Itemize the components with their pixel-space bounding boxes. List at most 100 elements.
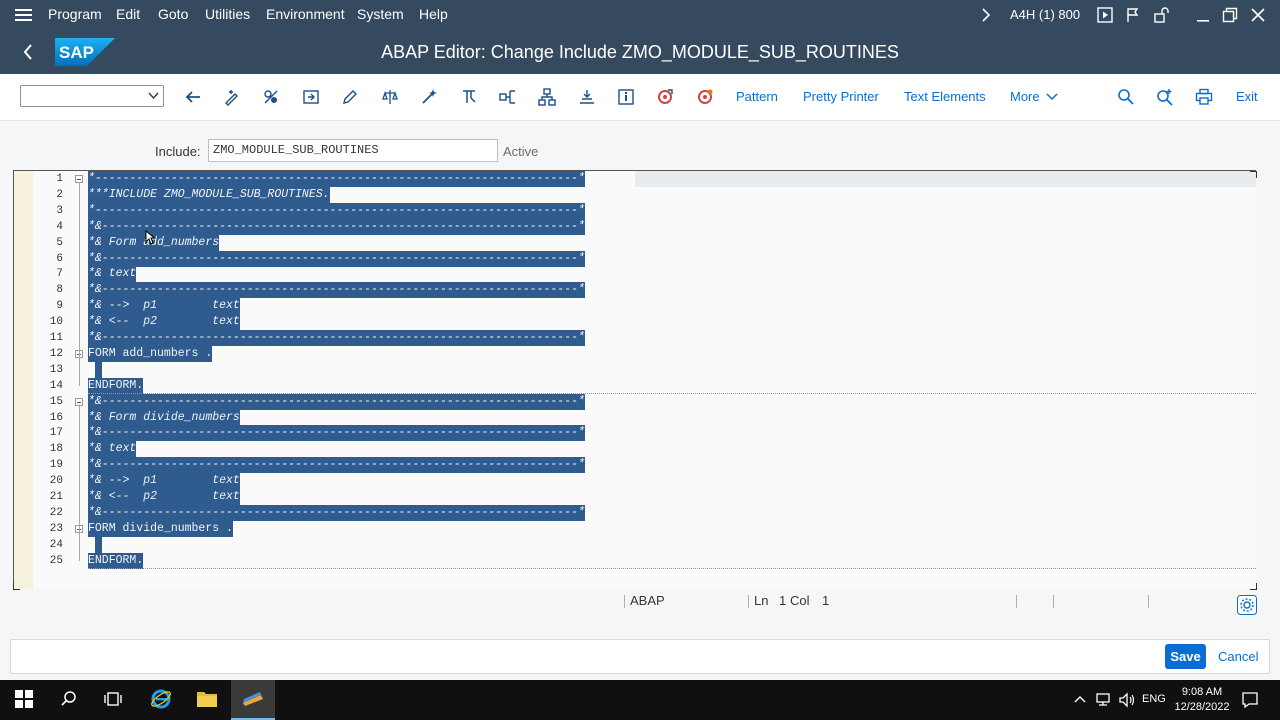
flag-icon[interactable] — [1125, 7, 1141, 23]
menu-system[interactable]: System — [357, 0, 404, 30]
chevron-right-icon[interactable] — [980, 7, 992, 23]
exit-button[interactable]: Exit — [1236, 74, 1258, 120]
cancel-button[interactable]: Cancel — [1213, 644, 1263, 669]
code-line[interactable]: *&--------------------------------------… — [88, 425, 585, 441]
code-line[interactable]: *&--------------------------------------… — [88, 394, 585, 410]
code-line[interactable]: *&--------------------------------------… — [88, 282, 585, 298]
chevron-up-icon[interactable] — [1073, 693, 1087, 705]
external-breakpoint-icon[interactable] — [696, 88, 714, 106]
play-box-icon[interactable] — [1097, 7, 1113, 23]
menu-edit[interactable]: Edit — [116, 0, 140, 30]
code-line[interactable] — [95, 537, 102, 553]
system-clock[interactable]: 9:08 AM 12/28/2022 — [1172, 685, 1232, 715]
internet-explorer-icon[interactable] — [150, 688, 172, 710]
line-number: 5 — [56, 237, 63, 249]
input-language[interactable]: ENG — [1142, 693, 1166, 705]
menu-utilities[interactable]: Utilities — [205, 0, 250, 30]
more-chevron-down-icon[interactable] — [1045, 89, 1063, 107]
set-breakpoint-icon[interactable] — [656, 88, 674, 106]
code-line[interactable]: *& --> p1 text — [88, 473, 240, 489]
line-number: 3 — [56, 205, 63, 217]
volume-icon[interactable] — [1118, 692, 1136, 708]
code-line[interactable]: *---------------------------------------… — [88, 203, 585, 219]
text-elements-button[interactable]: Text Elements — [904, 74, 986, 120]
search-icon[interactable] — [1117, 88, 1135, 106]
code-line[interactable]: ENDFORM. — [88, 553, 144, 569]
unlock-icon[interactable] — [1153, 7, 1169, 23]
code-line[interactable]: *&--------------------------------------… — [88, 219, 585, 235]
hierarchy-icon[interactable] — [538, 88, 556, 106]
code-line[interactable]: FORM add_numbers . — [88, 346, 213, 362]
code-line[interactable]: *& text — [88, 266, 137, 282]
file-explorer-icon[interactable] — [196, 689, 218, 709]
where-used-icon[interactable] — [499, 88, 517, 106]
code-line[interactable]: *&--------------------------------------… — [88, 251, 585, 267]
save-button[interactable]: Save — [1165, 644, 1206, 669]
code-line[interactable]: *& Form divide_numbers — [88, 410, 240, 426]
menu-goto[interactable]: Goto — [158, 0, 188, 30]
code-line[interactable]: *&--------------------------------------… — [88, 330, 585, 346]
back-icon[interactable] — [184, 88, 202, 106]
code-line[interactable]: *& --> p1 text — [88, 298, 240, 314]
line-number: 23 — [49, 523, 63, 535]
print-icon[interactable] — [1195, 88, 1213, 106]
code-line[interactable]: *& <-- p2 text — [88, 314, 240, 330]
sap-gui-taskbar-button[interactable] — [231, 680, 275, 720]
minimize-icon[interactable] — [1195, 7, 1211, 23]
windows-start-icon[interactable] — [15, 690, 33, 708]
line-number: 10 — [49, 316, 63, 328]
network-icon[interactable] — [1095, 692, 1113, 708]
search-next-icon[interactable] — [1156, 88, 1174, 106]
chevron-down-icon[interactable] — [148, 92, 159, 100]
system-info: A4H (1) 800 — [1010, 7, 1081, 22]
check-syntax-icon[interactable] — [381, 88, 399, 106]
include-label: Include: — [155, 144, 201, 159]
active-inactive-icon[interactable] — [262, 88, 280, 106]
command-field[interactable] — [20, 85, 164, 107]
test-icon[interactable] — [460, 88, 478, 106]
line-number: 11 — [49, 332, 63, 344]
editor-status-bar: ABAP Ln 1 Col 1 — [0, 592, 1280, 615]
menu-program[interactable]: Program — [48, 0, 102, 30]
current-line-highlight — [635, 171, 1256, 187]
close-icon[interactable] — [1250, 7, 1266, 23]
include-status: Active — [503, 144, 539, 159]
notifications-icon[interactable] — [1241, 691, 1259, 709]
task-view-icon[interactable] — [104, 690, 122, 708]
display-change-icon[interactable] — [223, 88, 241, 106]
code-line[interactable]: *& text — [88, 441, 137, 457]
fold-toggle-icon[interactable] — [75, 398, 83, 406]
code-line[interactable]: *&--------------------------------------… — [88, 457, 585, 473]
code-line[interactable]: ***INCLUDE ZMO_MODULE_SUB_ROUTINES. — [88, 187, 330, 203]
code-line[interactable]: *---------------------------------------… — [88, 171, 585, 187]
code-line[interactable] — [95, 362, 102, 378]
search-icon[interactable] — [60, 690, 78, 708]
restore-icon[interactable] — [1222, 7, 1238, 23]
line-number: 24 — [49, 539, 63, 551]
fold-toggle-icon[interactable] — [75, 175, 83, 183]
pencil-icon[interactable] — [341, 88, 359, 106]
other-object-icon[interactable] — [302, 88, 320, 106]
line-number: 25 — [49, 555, 63, 567]
code-line[interactable]: *& <-- p2 text — [88, 489, 240, 505]
block-separator — [88, 393, 1256, 394]
line-number: 1 — [56, 173, 63, 185]
navigation-window-icon[interactable] — [578, 88, 596, 106]
menu-help[interactable]: Help — [419, 0, 448, 30]
activate-icon[interactable] — [420, 88, 438, 106]
pattern-button[interactable]: Pattern — [736, 74, 778, 120]
menu-environment[interactable]: Environment — [266, 0, 345, 30]
include-name-field[interactable]: ZMO_MODULE_SUB_ROUTINES — [208, 139, 498, 162]
pretty-printer-button[interactable]: Pretty Printer — [803, 74, 879, 120]
code-line[interactable]: *&--------------------------------------… — [88, 505, 585, 521]
code-line[interactable]: ENDFORM. — [88, 378, 144, 394]
code-line[interactable]: FORM divide_numbers . — [88, 521, 233, 537]
settings-gear-icon[interactable] — [1237, 595, 1257, 615]
info-icon[interactable] — [617, 88, 635, 106]
hamburger-menu-icon[interactable] — [15, 7, 33, 23]
line-number: 22 — [49, 507, 63, 519]
back-arrow-icon[interactable] — [22, 43, 34, 61]
more-button[interactable]: More — [1010, 74, 1040, 120]
status-divider — [1016, 595, 1017, 608]
editor-gutter — [14, 171, 33, 589]
